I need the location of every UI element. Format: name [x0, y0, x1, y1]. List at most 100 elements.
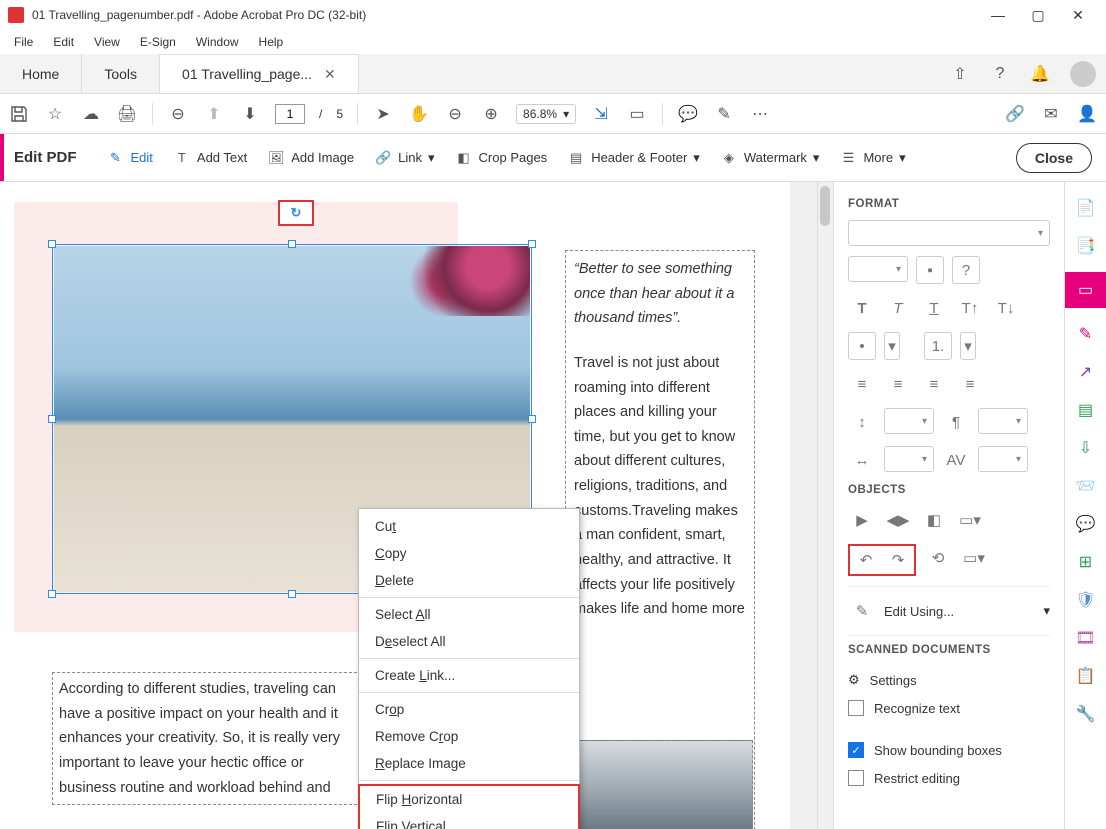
ctx-cut[interactable]: Cut	[359, 513, 579, 540]
handle-bottom-left[interactable]	[48, 590, 56, 598]
selection-tool-icon[interactable]: ➤	[372, 103, 394, 125]
line-spacing-dropdown[interactable]: ▾	[884, 408, 934, 434]
rail-organize-icon[interactable]: ▤	[1074, 398, 1098, 422]
account-avatar[interactable]	[1070, 61, 1096, 87]
number-list-icon[interactable]: 1.	[924, 332, 952, 360]
page-down-icon[interactable]: ⬇	[239, 103, 261, 125]
rail-comment-icon[interactable]: 💬	[1074, 512, 1098, 536]
minimize-button[interactable]: —	[978, 0, 1018, 30]
rotation-handle[interactable]: ↻	[278, 200, 314, 226]
maximize-button[interactable]: ▢	[1018, 0, 1058, 30]
add-text-button[interactable]: TAdd Text	[173, 149, 247, 167]
horizontal-scale-icon[interactable]: ↔	[848, 446, 876, 474]
ctx-create-link[interactable]: Create Link...	[359, 662, 579, 689]
italic-icon[interactable]: T	[884, 294, 912, 322]
handle-top-left[interactable]	[48, 240, 56, 248]
recognize-text-row[interactable]: Recognize text	[848, 694, 1050, 722]
recognize-checkbox[interactable]	[848, 700, 864, 716]
handle-middle-left[interactable]	[48, 415, 56, 423]
bullet-list-icon[interactable]: •	[848, 332, 876, 360]
rail-media-icon[interactable]: 🎞	[1074, 626, 1098, 650]
crop-object-icon[interactable]: ◧	[920, 506, 948, 534]
secondary-image[interactable]	[568, 740, 753, 829]
page-up-icon[interactable]: ⬆	[203, 103, 225, 125]
document-canvas[interactable]: ↻ “Better to see something once than hea…	[0, 182, 834, 829]
ctx-crop[interactable]: Crop	[359, 696, 579, 723]
tab-tools[interactable]: Tools	[82, 54, 160, 93]
subscript-icon[interactable]: T↓	[992, 294, 1020, 322]
fit-width-icon[interactable]: ⇲	[590, 103, 612, 125]
cloud-upload-icon[interactable]: ☁	[80, 103, 102, 125]
ctx-flip-vertical[interactable]: Flip Vertical	[360, 813, 578, 829]
rotate-ccw-icon[interactable]: ↶	[852, 546, 880, 574]
print-icon[interactable]: 🖨	[116, 103, 138, 125]
zoom-plus-icon[interactable]: ⊕	[480, 103, 502, 125]
char-spacing-dropdown[interactable]: ▾	[978, 446, 1028, 472]
read-mode-icon[interactable]: ▭	[626, 103, 648, 125]
page-number-input[interactable]	[275, 104, 305, 124]
flip-vertical-icon[interactable]: ▶	[848, 506, 876, 534]
paragraph-spacing-icon[interactable]: ¶	[942, 408, 970, 436]
rail-scan-icon[interactable]: ⊞	[1074, 550, 1098, 574]
tab-home[interactable]: Home	[0, 54, 82, 93]
replace-image-icon[interactable]: ⟲	[924, 544, 952, 572]
rail-stamp-icon[interactable]: 📋	[1074, 664, 1098, 688]
link-button[interactable]: 🔗Link ▾	[374, 149, 434, 167]
handle-top-middle[interactable]	[288, 240, 296, 248]
ctx-select-all[interactable]: Select All	[359, 601, 579, 628]
crop-pages-button[interactable]: ◧Crop Pages	[455, 149, 548, 167]
zoom-out-icon[interactable]: ⊖	[167, 103, 189, 125]
tab-close-icon[interactable]: ✕	[324, 66, 336, 83]
menu-help[interactable]: Help	[249, 33, 294, 51]
email-icon[interactable]: ✉	[1040, 103, 1062, 125]
rail-send-icon[interactable]: 📨	[1074, 474, 1098, 498]
rail-create-pdf-icon[interactable]: 📄	[1074, 196, 1098, 220]
show-bounding-boxes-row[interactable]: ✓ Show bounding boxes	[848, 736, 1050, 764]
paragraph-textbox[interactable]: According to different studies, travelin…	[52, 672, 362, 805]
tab-document[interactable]: 01 Travelling_page... ✕	[160, 54, 359, 93]
people-icon[interactable]: 👤	[1076, 103, 1098, 125]
close-button[interactable]: Close	[1016, 143, 1092, 173]
edit-button[interactable]: ✎Edit	[107, 149, 153, 167]
font-size-dropdown[interactable]: ▾	[848, 256, 908, 282]
handle-top-right[interactable]	[528, 240, 536, 248]
para-spacing-dropdown[interactable]: ▾	[978, 408, 1028, 434]
vertical-scrollbar[interactable]	[817, 182, 833, 829]
color-picker[interactable]: ▪	[916, 256, 944, 284]
more-button[interactable]: ☰More ▾	[839, 149, 905, 167]
rail-compress-icon[interactable]: ⇩	[1074, 436, 1098, 460]
link-share-icon[interactable]: 🔗	[1004, 103, 1026, 125]
number-dropdown[interactable]: ▾	[960, 332, 976, 360]
zoom-minus-icon[interactable]: ⊖	[444, 103, 466, 125]
ctx-deselect-all[interactable]: Deselect All	[359, 628, 579, 655]
align-justify-icon[interactable]: ≡	[956, 370, 984, 398]
rail-sign-icon[interactable]: ✎	[1074, 322, 1098, 346]
underline-icon[interactable]: T	[920, 294, 948, 322]
edit-using-row[interactable]: ✎ Edit Using... ▾	[848, 586, 1050, 636]
scrollbar-thumb[interactable]	[820, 186, 830, 226]
font-family-dropdown[interactable]: ▾	[848, 220, 1050, 246]
align-right-icon[interactable]: ≡	[920, 370, 948, 398]
highlight-icon[interactable]: ✎	[713, 103, 735, 125]
close-window-button[interactable]: ✕	[1058, 0, 1098, 30]
zoom-dropdown[interactable]: 86.8%▾	[516, 104, 576, 124]
h-scale-dropdown[interactable]: ▾	[884, 446, 934, 472]
header-footer-button[interactable]: ▤Header & Footer ▾	[567, 149, 700, 167]
menu-esign[interactable]: E-Sign	[130, 33, 186, 51]
rail-export-icon[interactable]: ↗	[1074, 360, 1098, 384]
rail-combine-icon[interactable]: 📑	[1074, 234, 1098, 258]
rail-edit-pdf-icon[interactable]: ▭	[1065, 272, 1106, 308]
ctx-remove-crop[interactable]: Remove Crop	[359, 723, 579, 750]
share-icon[interactable]: ⇧	[940, 54, 980, 93]
more-tools-icon[interactable]: ⋯	[749, 103, 771, 125]
show-bb-checkbox[interactable]: ✓	[848, 742, 864, 758]
flip-horizontal-icon[interactable]: ◀▶	[884, 506, 912, 534]
menu-edit[interactable]: Edit	[43, 33, 84, 51]
restrict-editing-row[interactable]: Restrict editing	[848, 764, 1050, 792]
ctx-delete[interactable]: Delete	[359, 567, 579, 594]
notifications-icon[interactable]: 🔔	[1020, 54, 1060, 93]
comment-icon[interactable]: 💬	[677, 103, 699, 125]
rail-more-tools-icon[interactable]: 🔧	[1074, 702, 1098, 726]
bullet-dropdown[interactable]: ▾	[884, 332, 900, 360]
char-spacing-icon[interactable]: AV	[942, 446, 970, 474]
